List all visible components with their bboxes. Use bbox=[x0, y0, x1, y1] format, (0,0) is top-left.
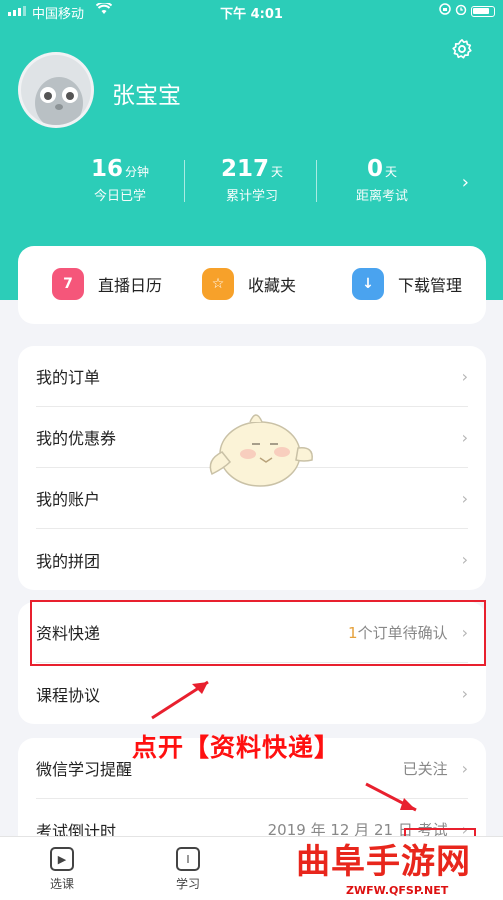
chevron-right-icon: › bbox=[461, 684, 468, 703]
tab-courses[interactable]: ▶ 选课 bbox=[32, 847, 92, 892]
chevron-right-icon: › bbox=[461, 427, 468, 447]
stat-total[interactable]: 217 天 累计学习 bbox=[192, 156, 312, 204]
lock-rotation-icon bbox=[439, 3, 451, 19]
stat-value: 16 bbox=[90, 156, 123, 182]
stat-today[interactable]: 16 分钟 今日已学 bbox=[60, 156, 180, 204]
tab-study[interactable]: I 学习 bbox=[158, 847, 218, 892]
clock: 下午 4:01 bbox=[220, 7, 283, 22]
annotation-text: 点开【资料快递】 bbox=[132, 733, 341, 762]
quick-action-live-calendar[interactable]: 7 直播日历 bbox=[52, 268, 162, 300]
divider bbox=[184, 160, 185, 202]
stat-value: 217 bbox=[220, 156, 269, 182]
tab-label: 选课 bbox=[49, 877, 74, 891]
quick-action-downloads[interactable]: ↓ 下载管理 bbox=[352, 268, 462, 300]
avatar[interactable] bbox=[18, 52, 94, 128]
chevron-right-icon: › bbox=[461, 758, 468, 778]
calendar-icon: 7 bbox=[52, 268, 84, 300]
battery-icon bbox=[471, 5, 495, 17]
play-icon: ▶ bbox=[50, 847, 74, 871]
divider bbox=[316, 160, 317, 202]
quick-action-label: 收藏夹 bbox=[248, 276, 297, 295]
stat-exam[interactable]: 0天 距离考试 bbox=[322, 156, 442, 204]
tab-label: 学习 bbox=[175, 877, 200, 891]
status-bar: 中国移动 下午 4:01 bbox=[0, 0, 503, 24]
settings-gear-icon[interactable] bbox=[451, 38, 473, 64]
account-menu-card: 我的订单 › 我的优惠券 › 我的账户 › 我的拼团 › bbox=[18, 346, 486, 590]
quick-action-label: 下载管理 bbox=[398, 276, 463, 295]
chevron-right-icon: › bbox=[461, 366, 468, 386]
stat-unit: 天 bbox=[271, 165, 284, 179]
user-name[interactable]: 张宝宝 bbox=[112, 76, 181, 110]
menu-item-value: 已关注 bbox=[402, 759, 448, 778]
site-watermark: 曲阜手游网 ZWFW.QFSP.NET bbox=[296, 834, 503, 900]
menu-item-label: 我的拼团 bbox=[36, 551, 101, 571]
watermark-url: ZWFW.QFSP.NET bbox=[346, 884, 449, 897]
arrow-icon bbox=[151, 680, 209, 720]
menu-item-course-agreement[interactable]: 课程协议 › bbox=[36, 663, 468, 724]
menu-item-orders[interactable]: 我的订单 › bbox=[36, 346, 468, 407]
stat-label: 距离考试 bbox=[355, 189, 408, 204]
stat-value: 0 bbox=[366, 156, 383, 182]
quick-action-label: 直播日历 bbox=[98, 276, 163, 295]
stat-label: 今日已学 bbox=[93, 189, 146, 204]
alarm-icon bbox=[455, 3, 467, 19]
watermark-title: 曲阜手游网 bbox=[296, 842, 471, 882]
quick-action-favorites[interactable]: ☆ 收藏夹 bbox=[202, 268, 296, 300]
stat-unit: 天 bbox=[385, 165, 398, 179]
arrow-icon bbox=[365, 782, 417, 812]
chevron-right-icon[interactable]: › bbox=[462, 172, 469, 193]
menu-item-group-buy[interactable]: 我的拼团 › bbox=[36, 529, 468, 590]
quick-actions-card: 7 直播日历 ☆ 收藏夹 ↓ 下载管理 bbox=[18, 246, 486, 324]
menu-item-label: 我的订单 bbox=[36, 368, 101, 387]
chevron-right-icon: › bbox=[461, 488, 468, 508]
study-icon: I bbox=[176, 847, 200, 871]
download-icon: ↓ bbox=[352, 268, 384, 300]
star-icon: ☆ bbox=[202, 268, 234, 300]
mascot-watermark bbox=[200, 402, 318, 498]
stat-unit: 分钟 bbox=[125, 165, 150, 179]
menu-item-label: 课程协议 bbox=[36, 685, 101, 705]
highlight-box bbox=[30, 600, 486, 666]
chevron-right-icon: › bbox=[461, 550, 468, 569]
stat-label: 累计学习 bbox=[225, 189, 278, 204]
